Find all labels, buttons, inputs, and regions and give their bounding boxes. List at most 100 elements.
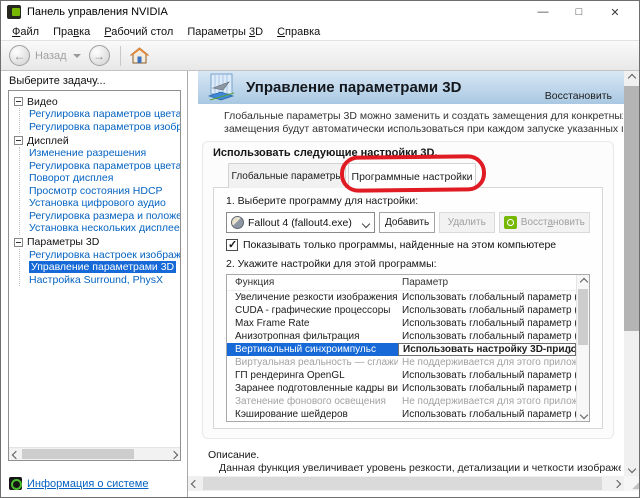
program-select[interactable]: Fallout 4 (fallout4.exe): [226, 212, 375, 233]
table-row[interactable]: ГП рендеринга OpenGLИспользовать глобаль…: [227, 369, 576, 382]
tree-item[interactable]: Настройка Surround, PhysX: [29, 274, 180, 287]
section-heading: Использовать следующие настройки 3D.: [213, 147, 438, 159]
scrollbar-thumb[interactable]: [578, 289, 588, 345]
settings-tabs: Глобальные параметры Программные настрой…: [228, 163, 478, 188]
tree-item[interactable]: Регулировка параметров изображения д: [29, 121, 180, 134]
table-row[interactable]: Анизотропная фильтрацияИспользовать глоб…: [227, 330, 576, 343]
tree-item[interactable]: Установка цифрового аудио: [29, 197, 180, 210]
tree-item[interactable]: Поворот дисплея: [29, 172, 180, 185]
main-content: Управление параметрами 3D Восстановить Г…: [188, 71, 639, 497]
nvidia-control-panel-window: Панель управления NVIDIA — □ ✕ Файл Прав…: [0, 0, 640, 498]
tree-item[interactable]: Регулировка размера и положения рабо: [29, 210, 180, 223]
tab-global-settings[interactable]: Глобальные параметры: [228, 163, 346, 188]
scroll-up-icon[interactable]: [624, 71, 639, 85]
main-vertical-scrollbar[interactable]: [624, 71, 639, 476]
table-row[interactable]: CUDA - графические процессорыИспользоват…: [227, 304, 576, 317]
page-title: Управление параметрами 3D: [246, 79, 461, 96]
system-info-link[interactable]: Информация о системе: [27, 478, 148, 490]
program-settings-tabpage: 1. Выберите программу для настройки: Fal…: [213, 187, 603, 429]
tree-item[interactable]: Изменение разрешения: [29, 147, 180, 160]
table-row[interactable]: Увеличение резкости изображенияИспользов…: [227, 291, 576, 304]
nvidia-eye-icon: [504, 216, 517, 229]
tree-item[interactable]: Регулировка параметров цвета для виде: [29, 108, 180, 121]
collapse-icon[interactable]: [14, 238, 23, 247]
resize-grip[interactable]: ◢: [624, 476, 639, 491]
show-only-found-programs-row: Показывать только программы, найденные н…: [226, 239, 590, 251]
table-row[interactable]: Затенение фонового освещенияНе поддержив…: [227, 395, 576, 408]
fallout4-app-icon: [231, 216, 244, 229]
system-info-icon: [9, 477, 22, 490]
restore-defaults-link[interactable]: Восстановить: [545, 90, 612, 102]
tree-item-manage-3d-settings-selected[interactable]: Управление параметрами 3D: [29, 261, 180, 274]
table-row[interactable]: Виртуальная реальность — сглаживан...Не …: [227, 356, 576, 369]
window-title: Панель управления NVIDIA: [27, 6, 168, 18]
scroll-up-icon[interactable]: [577, 275, 590, 288]
scrollbar-thumb[interactable]: [624, 86, 639, 331]
show-only-found-programs-checkbox[interactable]: [226, 239, 238, 251]
menu-3d-settings[interactable]: Параметры 3D: [180, 26, 270, 38]
tab-program-settings[interactable]: Программные настройки: [348, 163, 476, 189]
home-button[interactable]: [130, 47, 149, 64]
table-header: Функция Параметр: [227, 275, 576, 291]
collapse-icon[interactable]: [14, 97, 23, 106]
back-arrow-icon: ←: [14, 50, 26, 62]
tree-horizontal-scrollbar[interactable]: [9, 447, 180, 460]
description-text: Данная функция увеличивает уровень резко…: [219, 462, 621, 474]
remove-program-button[interactable]: Удалить: [439, 212, 495, 233]
scrollbar-thumb[interactable]: [22, 449, 134, 459]
tree-item[interactable]: Установка нескольких дисплеев: [29, 222, 180, 235]
home-icon: [130, 47, 149, 64]
menu-edit[interactable]: Правка: [46, 26, 97, 38]
table-row[interactable]: Кэширование шейдеровИспользовать глобаль…: [227, 408, 576, 421]
task-sidebar: Выберите задачу... Видео Регулировка пар…: [1, 71, 188, 497]
description-title: Описание.: [208, 449, 259, 461]
forward-arrow-icon: →: [93, 50, 105, 62]
chevron-down-icon: [362, 220, 370, 228]
nvidia-app-icon: [7, 5, 21, 19]
menu-file[interactable]: Файл: [5, 26, 46, 38]
table-row[interactable]: Max Frame RateИспользовать глобальный па…: [227, 317, 576, 330]
back-button-label: Назад: [35, 50, 67, 62]
sidebar-header: Выберите задачу...: [9, 75, 106, 87]
add-program-button[interactable]: Добавить: [379, 212, 435, 233]
tree-item[interactable]: Регулировка настроек изображения с пр: [29, 249, 180, 262]
scroll-right-icon[interactable]: [167, 448, 180, 461]
menubar: Файл Правка Рабочий стол Параметры 3D Сп…: [1, 23, 639, 41]
titlebar: Панель управления NVIDIA — □ ✕: [1, 1, 639, 23]
scroll-right-icon[interactable]: [610, 476, 624, 491]
tree-group-display[interactable]: Дисплей: [14, 134, 180, 147]
scroll-down-icon[interactable]: [577, 408, 590, 421]
task-tree: Видео Регулировка параметров цвета для в…: [8, 90, 181, 461]
scroll-left-icon[interactable]: [9, 448, 22, 461]
toolbar-separator: [120, 46, 121, 66]
scrollbar-thumb[interactable]: [203, 477, 602, 490]
collapse-icon[interactable]: [14, 136, 23, 145]
param-value-combo[interactable]: Использовать настройку 3D-прилож: [398, 343, 576, 356]
main-horizontal-scrollbar[interactable]: [188, 476, 624, 491]
tree-item[interactable]: Просмотр состояния HDCP: [29, 185, 180, 198]
table-row-selected-vsync[interactable]: Вертикальный синхроимпульс Использовать …: [227, 343, 576, 356]
table-row[interactable]: Заранее подготовленные кадры вирту...Исп…: [227, 382, 576, 395]
tree-item[interactable]: Регулировка параметров цвета рабочег: [29, 160, 180, 173]
settings-panel: Использовать следующие настройки 3D. Гло…: [202, 141, 614, 439]
navigation-toolbar: ← Назад →: [1, 41, 639, 71]
forward-button[interactable]: →: [89, 45, 110, 66]
step2-label: 2. Укажите настройки для этой программы:: [226, 258, 590, 270]
back-button[interactable]: ←: [9, 45, 30, 66]
tree-group-3d-settings[interactable]: Параметры 3D: [14, 236, 180, 249]
step1-label: 1. Выберите программу для настройки:: [226, 195, 590, 207]
close-button[interactable]: ✕: [597, 2, 633, 22]
page-intro-text: Глобальные параметры 3D можно заменить и…: [224, 110, 623, 136]
settings-table: Функция Параметр Увеличение резкости изо…: [226, 274, 590, 422]
minimize-button[interactable]: —: [525, 2, 561, 22]
scroll-left-icon[interactable]: [188, 476, 202, 491]
scroll-down-icon[interactable]: [624, 462, 639, 476]
restore-program-button[interactable]: Восстановить: [499, 212, 590, 233]
table-vertical-scrollbar[interactable]: [576, 275, 589, 421]
tree-group-video[interactable]: Видео: [14, 95, 180, 108]
menu-help[interactable]: Справка: [270, 26, 327, 38]
maximize-button[interactable]: □: [561, 2, 597, 22]
page-header-band: Управление параметрами 3D Восстановить: [198, 71, 624, 104]
back-history-dropdown-icon[interactable]: [73, 54, 81, 58]
menu-desktop[interactable]: Рабочий стол: [97, 26, 180, 38]
